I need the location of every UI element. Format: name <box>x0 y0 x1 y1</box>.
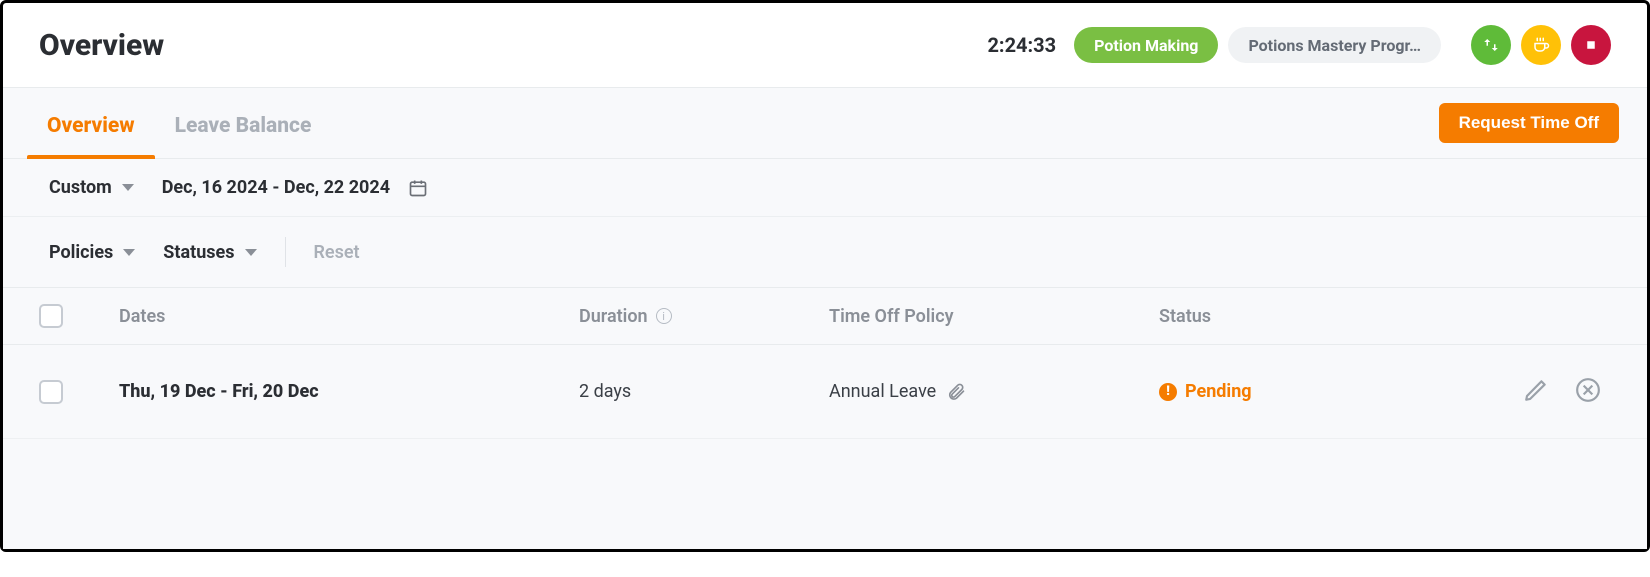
divider <box>285 237 286 267</box>
date-range-picker[interactable]: Dec, 16 2024 - Dec, 22 2024 <box>162 177 428 198</box>
policies-filter[interactable]: Policies <box>49 242 135 263</box>
statuses-label: Statuses <box>163 242 234 263</box>
table-row: Thu, 19 Dec - Fri, 20 Dec 2 days Annual … <box>3 345 1647 439</box>
stop-icon <box>1582 36 1600 54</box>
task-pill[interactable]: Potion Making <box>1074 27 1218 63</box>
th-dates: Dates <box>119 306 579 327</box>
th-duration: Duration i <box>579 306 829 327</box>
cell-dates: Thu, 19 Dec - Fri, 20 Dec <box>119 381 579 402</box>
chevron-down-icon <box>122 184 134 191</box>
coffee-icon <box>1532 36 1550 54</box>
chevron-down-icon <box>123 249 135 256</box>
timer-display: 2:24:33 <box>987 33 1056 57</box>
attachment-icon[interactable] <box>946 382 966 402</box>
cell-status: ! Pending <box>1159 381 1419 402</box>
tab-leave-balance[interactable]: Leave Balance <box>155 88 332 158</box>
cell-duration: 2 days <box>579 381 829 402</box>
date-mode-dropdown[interactable]: Custom <box>49 177 134 198</box>
tab-overview[interactable]: Overview <box>27 88 155 158</box>
break-button[interactable] <box>1521 25 1561 65</box>
project-pill[interactable]: Potions Mastery Progr… <box>1228 27 1441 63</box>
pencil-icon <box>1523 377 1549 403</box>
table-header: Dates Duration i Time Off Policy Status <box>3 287 1647 345</box>
date-mode-label: Custom <box>49 177 112 198</box>
statuses-filter[interactable]: Statuses <box>163 242 256 263</box>
swap-button[interactable] <box>1471 25 1511 65</box>
select-all-checkbox[interactable] <box>39 304 63 328</box>
policies-label: Policies <box>49 242 113 263</box>
swap-icon <box>1482 36 1500 54</box>
th-policy: Time Off Policy <box>829 306 1159 327</box>
row-checkbox[interactable] <box>39 380 63 404</box>
chevron-down-icon <box>245 249 257 256</box>
close-circle-icon <box>1575 377 1601 403</box>
calendar-icon <box>408 178 428 198</box>
cell-policy: Annual Leave <box>829 381 1159 402</box>
edit-button[interactable] <box>1519 373 1553 410</box>
stop-button[interactable] <box>1571 25 1611 65</box>
warning-icon: ! <box>1159 383 1177 401</box>
cancel-button[interactable] <box>1571 373 1605 410</box>
th-status: Status <box>1159 306 1419 327</box>
page-title: Overview <box>39 28 164 63</box>
request-time-off-button[interactable]: Request Time Off <box>1439 103 1619 143</box>
reset-filters[interactable]: Reset <box>314 242 360 263</box>
info-icon[interactable]: i <box>656 308 672 324</box>
date-range-label: Dec, 16 2024 - Dec, 22 2024 <box>162 177 390 198</box>
